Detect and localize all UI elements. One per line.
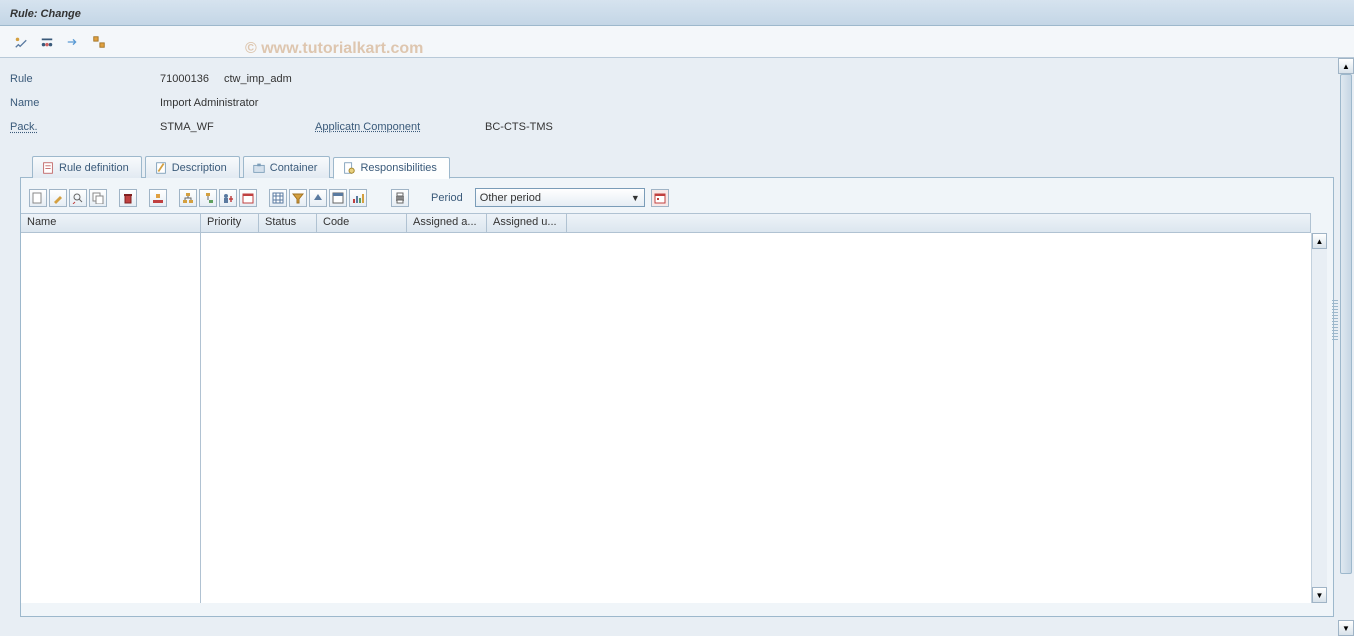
form-area: Rule 71000136 ctw_imp_adm Name Import Ad…	[0, 58, 1354, 622]
rule-name-value: ctw_imp_adm	[224, 73, 292, 85]
dropdown-arrow-icon: ▼	[631, 193, 640, 203]
org-icon-button[interactable]	[36, 32, 58, 52]
col-status[interactable]: Status	[259, 214, 317, 232]
pack-label: Pack.	[10, 121, 160, 133]
name-label: Name	[10, 97, 160, 109]
app-toolbar	[0, 26, 1354, 58]
agents-button[interactable]	[219, 189, 237, 207]
create-button[interactable]	[29, 189, 47, 207]
sort-asc-button[interactable]	[309, 189, 327, 207]
print-button[interactable]	[391, 189, 409, 207]
data-column[interactable]: ▲ ▼	[201, 233, 1327, 603]
inner-vscrollbar[interactable]: ▲ ▼	[1311, 233, 1327, 603]
stats-button[interactable]	[349, 189, 367, 207]
name-value: Import Administrator	[160, 97, 258, 109]
period-label: Period	[431, 192, 463, 204]
appcomp-label: Applicatn Component	[315, 121, 485, 133]
scrollbar-thumb[interactable]	[1340, 74, 1352, 574]
date-button[interactable]	[239, 189, 257, 207]
tab-rule-definition[interactable]: Rule definition	[32, 156, 142, 178]
transport-button[interactable]	[62, 32, 84, 52]
tab-body: Period Other period ▼ Name Priority Stat…	[20, 177, 1334, 617]
tab-label: Rule definition	[59, 162, 129, 174]
title-bar: Rule: Change	[0, 0, 1354, 26]
grid-header: Name Priority Status Code Assigned a... …	[21, 213, 1311, 233]
layout-button[interactable]	[329, 189, 347, 207]
appcomp-value: BC-CTS-TMS	[485, 121, 553, 133]
col-assigned-a[interactable]: Assigned a...	[407, 214, 487, 232]
tab-label: Responsibilities	[360, 162, 436, 174]
splitter-handle[interactable]	[1332, 300, 1338, 340]
copy-button[interactable]	[89, 189, 107, 207]
scroll-up-icon[interactable]: ▲	[1312, 233, 1327, 249]
calendar-button[interactable]	[651, 189, 669, 207]
rule-id-value: 71000136	[160, 73, 209, 85]
scroll-up-icon[interactable]: ▲	[1338, 58, 1354, 74]
col-code[interactable]: Code	[317, 214, 407, 232]
tab-label: Container	[270, 162, 318, 174]
inner-toolbar: Period Other period ▼	[21, 178, 1333, 213]
col-assigned-u[interactable]: Assigned u...	[487, 214, 567, 232]
filter-button[interactable]	[289, 189, 307, 207]
scroll-down-icon[interactable]: ▼	[1312, 587, 1327, 603]
tab-strip: Rule definition Description Container Re…	[32, 156, 1344, 178]
tree-column[interactable]	[21, 233, 201, 603]
display-button[interactable]	[69, 189, 87, 207]
col-rest	[567, 214, 1311, 232]
delimit-button[interactable]	[149, 189, 167, 207]
outer-vscrollbar[interactable]: ▲ ▼	[1338, 58, 1354, 636]
tab-container[interactable]: Container	[243, 156, 331, 178]
hierarchy-button[interactable]	[179, 189, 197, 207]
tab-responsibilities[interactable]: Responsibilities	[333, 157, 449, 179]
where-used-button[interactable]	[88, 32, 110, 52]
grid-body: ▲ ▼	[21, 233, 1327, 603]
tab-label: Description	[172, 162, 227, 174]
scroll-down-icon[interactable]: ▼	[1338, 620, 1354, 636]
watermark: © www.tutorialkart.com	[245, 40, 423, 58]
column-config-button[interactable]	[269, 189, 287, 207]
insert-button[interactable]	[199, 189, 217, 207]
period-value: Other period	[480, 192, 541, 204]
period-select[interactable]: Other period ▼	[475, 188, 645, 207]
delete-button[interactable]	[119, 189, 137, 207]
col-priority[interactable]: Priority	[201, 214, 259, 232]
change-button[interactable]	[49, 189, 67, 207]
toggle-display-button[interactable]	[10, 32, 32, 52]
tab-description[interactable]: Description	[145, 156, 240, 178]
page-title: Rule: Change	[10, 8, 81, 20]
rule-label: Rule	[10, 73, 160, 85]
col-name[interactable]: Name	[21, 214, 201, 232]
pack-value: STMA_WF	[160, 121, 315, 133]
